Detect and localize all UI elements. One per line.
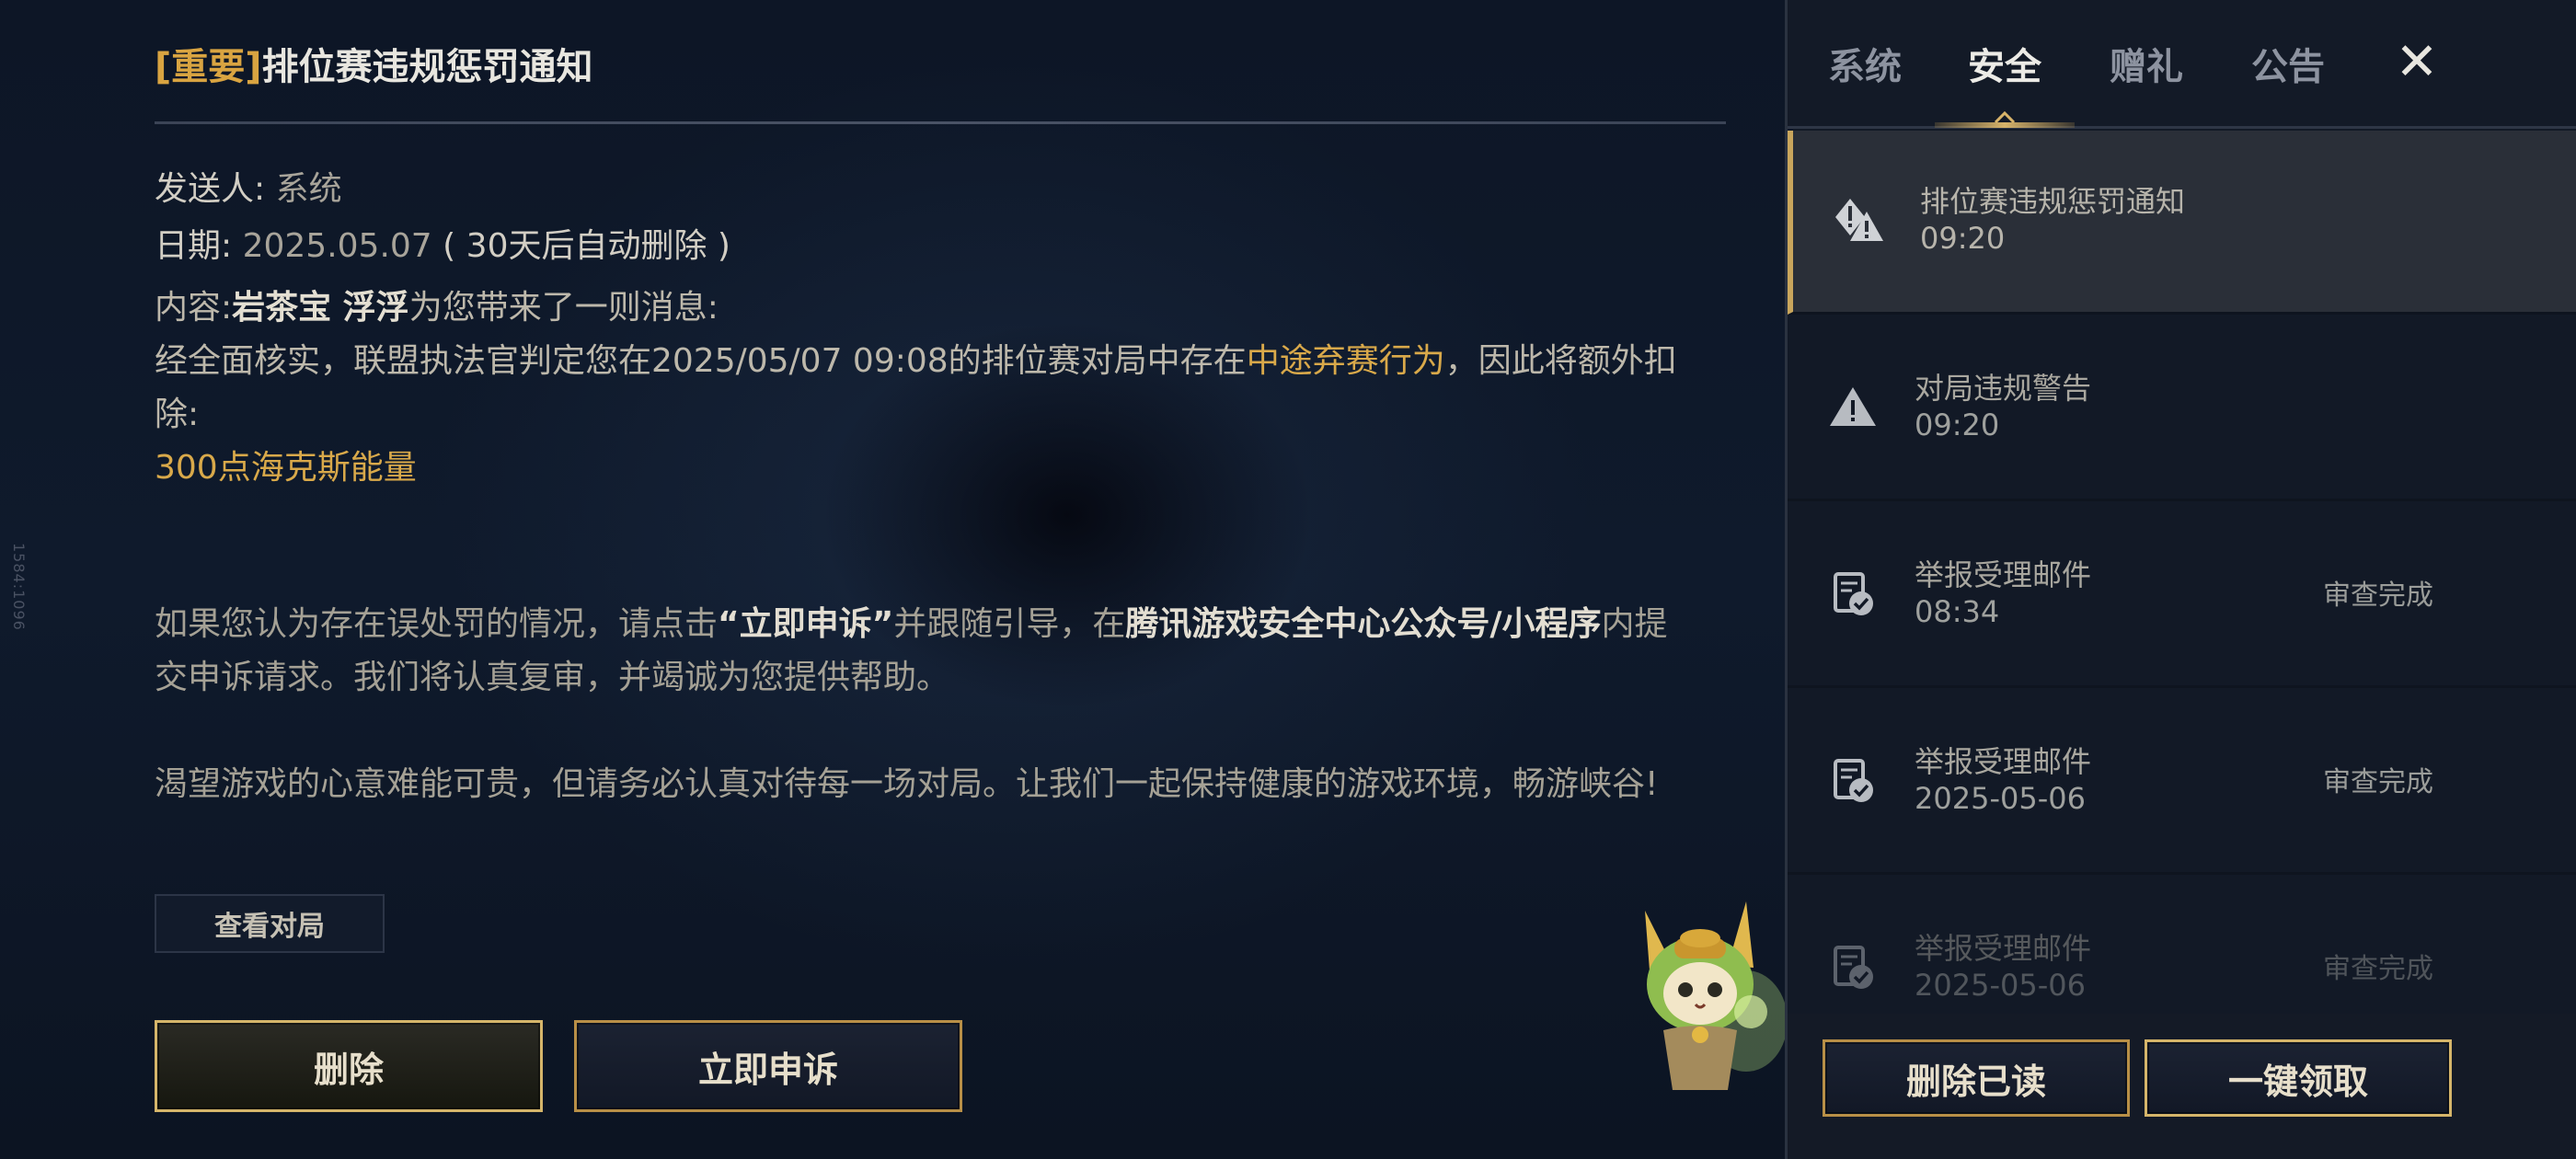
mail-title-text: 排位赛违规惩罚通知	[261, 46, 593, 88]
content-from: 岩茶宝 浮浮	[232, 289, 409, 327]
active-tab-caret-icon	[1994, 110, 2016, 123]
message-status: 审查完成	[2323, 580, 2433, 612]
delete-button[interactable]: 删除	[155, 1020, 543, 1112]
penalty-amount: 300点海克斯能量	[155, 449, 417, 487]
report-check-icon	[1834, 572, 1873, 615]
title-divider	[155, 121, 1726, 124]
message-status: 审查完成	[2323, 953, 2433, 985]
message-time: 09:20	[1915, 407, 2000, 442]
mail-title: [重要]排位赛违规惩罚通知	[155, 37, 593, 88]
list-item[interactable]: 举报受理邮件 2025-05-06 审查完成	[1788, 878, 2576, 1014]
tab-security[interactable]: 安全	[1968, 37, 2041, 88]
content-body-1: 经全面核实，联盟执法官判定您在2025/05/07 09:08的排位赛对局中存在	[155, 342, 1247, 380]
tab-gifts[interactable]: 赠礼	[2110, 37, 2183, 88]
sender-value: 系统	[275, 170, 342, 208]
report-check-icon	[1834, 946, 1873, 989]
content-intro: 为您带来了一则消息:	[408, 289, 719, 327]
warning-triangle-icon	[1830, 387, 1876, 426]
delete-read-button[interactable]: 删除已读	[1823, 1039, 2130, 1117]
appeal-link-text: “立即申诉”	[718, 605, 894, 643]
mascot-character-icon	[1645, 901, 1785, 1090]
content-label: 内容:	[155, 289, 233, 327]
message-title: 排位赛违规惩罚通知	[1920, 184, 2186, 219]
date-line: 日期: 2025.05.07 ( 30天后自动删除 )	[155, 219, 730, 265]
message-list: 排位赛违规惩罚通知 09:20 对局违规警告 09:20 举报受理邮件 08:3…	[1788, 131, 2576, 1014]
view-match-button[interactable]: 查看对局	[155, 894, 385, 953]
mail-title-tag: [重要]	[155, 46, 262, 88]
warning-alert-icon	[1835, 199, 1883, 241]
message-time: 09:20	[1920, 221, 2006, 256]
mail-list-pane: 系统 安全 赠礼 公告 ✕ 排位赛违规惩罚通知 09:20 对局违规警告 09:…	[1785, 0, 2576, 1159]
message-title: 举报受理邮件	[1915, 931, 2092, 966]
list-item[interactable]: 举报受理邮件 2025-05-06 审查完成	[1788, 691, 2576, 875]
tab-announcements[interactable]: 公告	[2251, 37, 2325, 88]
date-note: ( 30天后自动删除 )	[443, 227, 730, 265]
sender-label: 发送人:	[155, 170, 266, 208]
message-title: 举报受理邮件	[1915, 557, 2092, 592]
message-title: 对局违规警告	[1915, 371, 2092, 406]
report-check-icon	[1834, 759, 1873, 802]
close-icon[interactable]: ✕	[2391, 33, 2443, 92]
sender-line: 发送人: 系统	[155, 162, 342, 208]
mail-tabs: 系统 安全 赠礼 公告 ✕	[1788, 0, 2576, 129]
closing-text: 渴望游戏的心意难能可贵，但请务必认真对待每一场对局。让我们一起保持健康的游戏环境…	[155, 765, 1659, 803]
appeal-text-2: 并跟随引导，在	[893, 605, 1126, 643]
message-time: 2025-05-06	[1915, 781, 2086, 816]
mail-content: 内容:岩茶宝 浮浮为您带来了一则消息: 经全面核实，联盟执法官判定您在2025/…	[155, 281, 1700, 495]
appeal-instructions: 如果您认为存在误处罚的情况，请点击“立即申诉”并跟随引导，在腾讯游戏安全中心公众…	[155, 598, 1700, 705]
message-status: 审查完成	[2323, 766, 2433, 798]
list-item[interactable]: 对局违规警告 09:20	[1788, 317, 2576, 501]
date-label: 日期:	[155, 227, 233, 265]
tab-system[interactable]: 系统	[1828, 37, 1902, 88]
content-violation: 中途弃赛行为	[1246, 342, 1445, 380]
message-title: 举报受理邮件	[1915, 744, 2092, 779]
claim-all-button[interactable]: 一键领取	[2145, 1039, 2452, 1117]
appeal-channel: 腾讯游戏安全中心公众号/小程序	[1125, 605, 1602, 643]
message-time: 08:34	[1915, 594, 2000, 629]
message-time: 2025-05-06	[1915, 968, 2086, 1003]
side-id-label: 1584:1096	[10, 543, 28, 631]
date-value: 2025.05.07	[242, 227, 432, 265]
appeal-now-button[interactable]: 立即申诉	[574, 1020, 962, 1112]
list-footer: 删除已读 一键领取	[1788, 1014, 2576, 1159]
list-item[interactable]: 排位赛违规惩罚通知 09:20	[1788, 131, 2576, 315]
mail-detail-pane: 1584:1096 [重要]排位赛违规惩罚通知 发送人: 系统 日期: 2025…	[0, 0, 1785, 1159]
appeal-text-1: 如果您认为存在误处罚的情况，请点击	[155, 605, 719, 643]
list-item[interactable]: 举报受理邮件 08:34 审查完成	[1788, 504, 2576, 688]
